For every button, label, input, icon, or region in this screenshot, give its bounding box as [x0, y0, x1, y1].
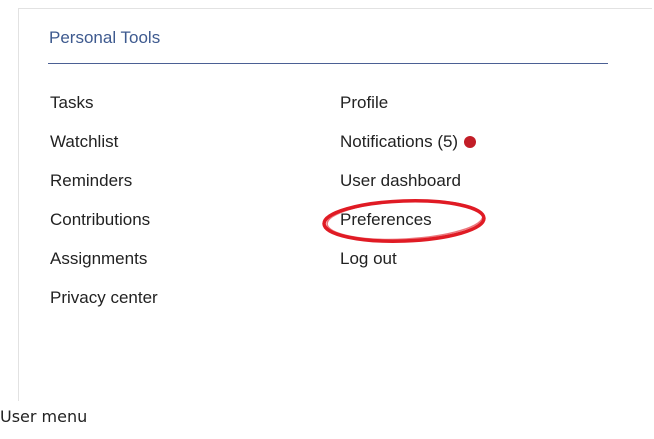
title-divider: [48, 63, 608, 64]
menu-item-tasks[interactable]: Tasks: [50, 92, 158, 131]
menu-item-contributions[interactable]: Contributions: [50, 209, 158, 248]
menu-column-right: Profile Notifications (5) User dashboard…: [340, 92, 477, 287]
menu-item-user-dashboard[interactable]: User dashboard: [340, 170, 476, 209]
panel-title: Personal Tools: [49, 28, 161, 47]
notifications-label: Notifications (5): [340, 132, 459, 151]
menu-item-assignments[interactable]: Assignments: [50, 248, 158, 287]
figure-caption: User menu: [0, 407, 88, 426]
menu-item-privacy-center[interactable]: Privacy center: [50, 287, 158, 326]
menu-item-watchlist[interactable]: Watchlist: [50, 131, 158, 170]
notification-dot-icon: [464, 136, 477, 148]
screenshot-frame: Personal Tools Tasks Watchlist Reminders…: [0, 0, 654, 439]
menu-item-log-out[interactable]: Log out: [340, 248, 476, 287]
menu-item-profile[interactable]: Profile: [340, 92, 476, 131]
personal-tools-panel: Personal Tools Tasks Watchlist Reminders…: [18, 8, 652, 401]
menu-item-notifications[interactable]: Notifications (5): [340, 131, 477, 170]
menu-item-preferences[interactable]: Preferences: [340, 209, 476, 248]
menu-item-reminders[interactable]: Reminders: [50, 170, 158, 209]
menu-column-left: Tasks Watchlist Reminders Contributions …: [50, 92, 158, 326]
